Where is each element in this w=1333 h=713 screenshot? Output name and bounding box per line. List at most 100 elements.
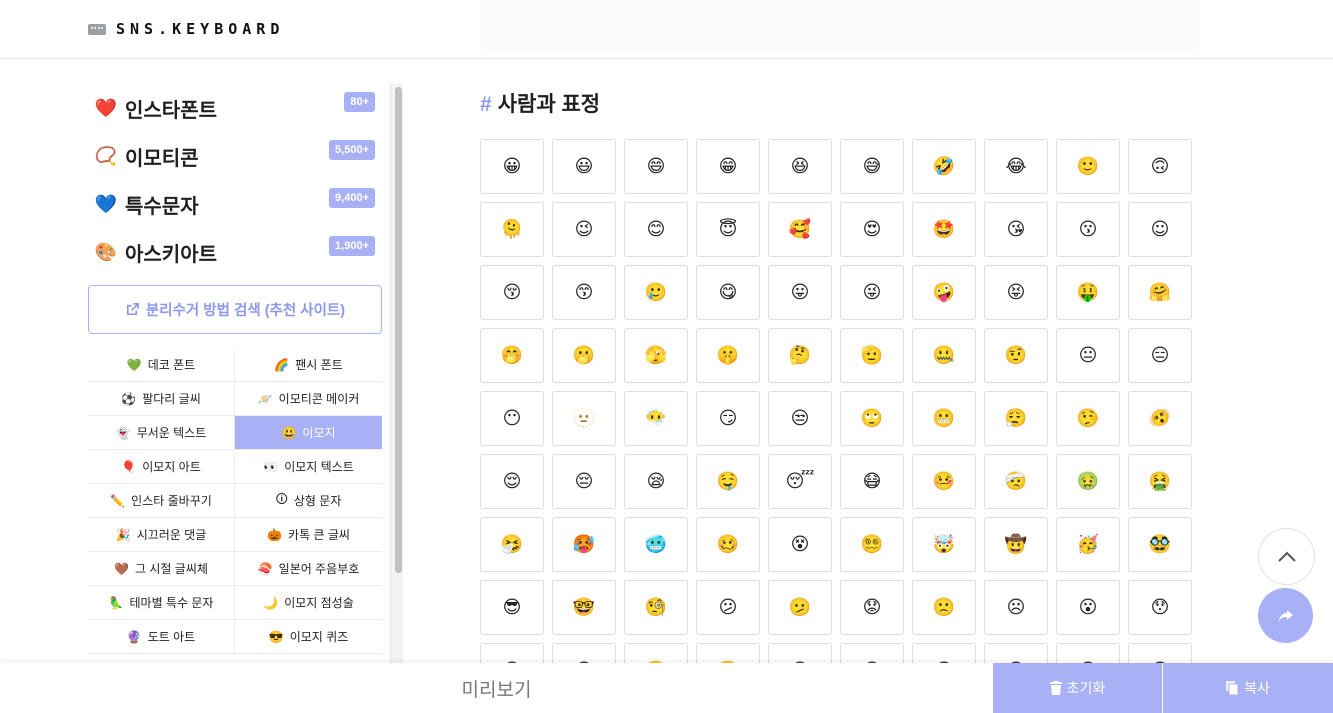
emoji-cell[interactable]: 🤨 <box>984 328 1048 383</box>
emoji-cell[interactable]: 😶‍🌫️ <box>624 391 688 446</box>
emoji-cell[interactable]: 😶 <box>480 391 544 446</box>
emoji-cell[interactable]: 🤔 <box>768 328 832 383</box>
emoji-cell[interactable]: 😘 <box>984 202 1048 257</box>
emoji-cell[interactable]: 🫨 <box>1128 391 1192 446</box>
menu-fancy-font[interactable]: 🌈 팬시 폰트 <box>235 348 382 382</box>
menu-japanese-phonetic[interactable]: 🍣 일본어 주음부호 <box>235 552 382 586</box>
emoji-cell[interactable]: 😛 <box>768 265 832 320</box>
emoji-cell[interactable]: 😮 <box>1056 580 1120 635</box>
menu-insta-linebreak[interactable]: ✏️ 인스타 줄바꾸기 <box>88 484 235 518</box>
emoji-cell[interactable]: 🫡 <box>840 328 904 383</box>
menu-emoji-text[interactable]: 👀 이모지 텍스트 <box>235 450 382 484</box>
menu-emoji-quiz[interactable]: 😎 이모지 퀴즈 <box>235 620 382 654</box>
emoji-cell[interactable]: 🫥 <box>552 391 616 446</box>
menu-kakao-big-text[interactable]: 🎃 카톡 큰 글씨 <box>235 518 382 552</box>
emoji-cell[interactable]: 😪 <box>624 454 688 509</box>
emoji-cell[interactable]: 🤕 <box>984 454 1048 509</box>
category-emoticon[interactable]: 📿 이모티콘 5,500+ <box>88 132 384 180</box>
emoji-cell[interactable]: 🥰 <box>768 202 832 257</box>
emoji-cell[interactable]: 😜 <box>840 265 904 320</box>
emoji-cell[interactable]: 🫢 <box>552 328 616 383</box>
emoji-cell[interactable]: 😊 <box>624 202 688 257</box>
emoji-cell[interactable]: 😍 <box>840 202 904 257</box>
emoji-cell[interactable]: 🙄 <box>840 391 904 446</box>
emoji-cell[interactable]: 🤫 <box>696 328 760 383</box>
emoji-cell[interactable]: 🙁 <box>912 580 976 635</box>
emoji-cell[interactable]: 🙂 <box>1056 139 1120 194</box>
share-button[interactable] <box>1258 588 1313 643</box>
emoji-cell[interactable]: 🥶 <box>624 517 688 572</box>
emoji-cell[interactable]: 🥳 <box>1056 517 1120 572</box>
emoji-cell[interactable]: 😌 <box>480 454 544 509</box>
emoji-cell[interactable]: 🥴 <box>696 517 760 572</box>
emoji-cell[interactable]: 🫣 <box>624 328 688 383</box>
category-insta-font[interactable]: ❤️ 인스타폰트 80+ <box>88 84 384 132</box>
menu-emoji-art[interactable]: 🎈 이모지 아트 <box>88 450 235 484</box>
menu-themed-special-chars[interactable]: 🦜 테마별 특수 문자 <box>88 586 235 620</box>
menu-emoji-astrology[interactable]: 🌙 이모지 점성술 <box>235 586 382 620</box>
emoji-cell[interactable]: 😃 <box>552 139 616 194</box>
category-special-chars[interactable]: 💙 특수문자 9,400+ <box>88 180 384 228</box>
emoji-cell[interactable]: 🤤 <box>696 454 760 509</box>
emoji-cell[interactable]: 🥵 <box>552 517 616 572</box>
site-logo[interactable]: SNS.KEYBOARD <box>88 19 284 39</box>
emoji-cell[interactable]: 🥸 <box>1128 517 1192 572</box>
menu-hieroglyphs[interactable]: 🛈 상형 문자 <box>235 484 382 518</box>
emoji-cell[interactable]: 😕 <box>696 580 760 635</box>
emoji-cell[interactable]: 🤗 <box>1128 265 1192 320</box>
reset-button[interactable]: 초기화 <box>993 663 1162 713</box>
emoji-cell[interactable]: 🤯 <box>912 517 976 572</box>
category-ascii-art[interactable]: 🎨 아스키아트 1,900+ <box>88 228 384 276</box>
emoji-cell[interactable]: 😋 <box>696 265 760 320</box>
emoji-cell[interactable]: 🤥 <box>1056 391 1120 446</box>
emoji-cell[interactable]: 🤪 <box>912 265 976 320</box>
emoji-cell[interactable]: 🤧 <box>480 517 544 572</box>
emoji-cell[interactable]: 😑 <box>1128 328 1192 383</box>
emoji-cell[interactable]: 😷 <box>840 454 904 509</box>
emoji-cell[interactable]: 😇 <box>696 202 760 257</box>
emoji-cell[interactable]: 😙 <box>552 265 616 320</box>
emoji-cell[interactable]: 🤓 <box>552 580 616 635</box>
emoji-cell[interactable]: 😄 <box>624 139 688 194</box>
emoji-cell[interactable]: 😆 <box>768 139 832 194</box>
emoji-cell[interactable]: 😎 <box>480 580 544 635</box>
emoji-cell[interactable]: 😮‍💨 <box>984 391 1048 446</box>
emoji-cell[interactable]: 🤢 <box>1056 454 1120 509</box>
menu-noisy-comment[interactable]: 🎉 시끄러운 댓글 <box>88 518 235 552</box>
emoji-cell[interactable]: 🫠 <box>480 202 544 257</box>
emoji-cell[interactable]: 😵 <box>768 517 832 572</box>
emoji-cell[interactable]: 🤭 <box>480 328 544 383</box>
emoji-cell[interactable]: 🧐 <box>624 580 688 635</box>
recycling-search-button[interactable]: 분리수거 방법 검색 (추천 사이트) <box>88 285 382 334</box>
preview-area[interactable]: 미리보기 <box>0 663 993 713</box>
emoji-cell[interactable]: 🤣 <box>912 139 976 194</box>
emoji-cell[interactable]: 🙃 <box>1128 139 1192 194</box>
emoji-cell[interactable]: 😬 <box>912 391 976 446</box>
scroll-top-button[interactable] <box>1258 528 1315 585</box>
menu-retro-font[interactable]: 🤎 그 시절 글씨체 <box>88 552 235 586</box>
emoji-cell[interactable]: 😟 <box>840 580 904 635</box>
emoji-cell[interactable]: 😚 <box>480 265 544 320</box>
emoji-cell[interactable]: ☹ <box>984 580 1048 635</box>
emoji-cell[interactable]: 🤩 <box>912 202 976 257</box>
emoji-cell[interactable]: 🤐 <box>912 328 976 383</box>
emoji-cell[interactable]: 🤮 <box>1128 454 1192 509</box>
menu-scary-text[interactable]: 👻 무서운 텍스트 <box>88 416 235 450</box>
emoji-cell[interactable]: 🤑 <box>1056 265 1120 320</box>
sidebar-scroll-thumb[interactable] <box>395 87 402 573</box>
menu-emoticon-maker[interactable]: 🪐 이모티콘 메이커 <box>235 382 382 416</box>
emoji-cell[interactable]: 😗 <box>1056 202 1120 257</box>
emoji-cell[interactable]: 😔 <box>552 454 616 509</box>
emoji-cell[interactable]: 😀 <box>480 139 544 194</box>
emoji-cell[interactable]: 😏 <box>696 391 760 446</box>
emoji-cell[interactable]: 🥲 <box>624 265 688 320</box>
menu-deco-font[interactable]: 💚 데코 폰트 <box>88 348 235 382</box>
emoji-cell[interactable]: 😂 <box>984 139 1048 194</box>
emoji-cell[interactable]: ☺ <box>1128 202 1192 257</box>
emoji-cell[interactable]: 😒 <box>768 391 832 446</box>
emoji-cell[interactable]: 🤒 <box>912 454 976 509</box>
emoji-cell[interactable]: 😝 <box>984 265 1048 320</box>
emoji-cell[interactable]: 😉 <box>552 202 616 257</box>
emoji-cell[interactable]: 🤠 <box>984 517 1048 572</box>
emoji-cell[interactable]: 😁 <box>696 139 760 194</box>
